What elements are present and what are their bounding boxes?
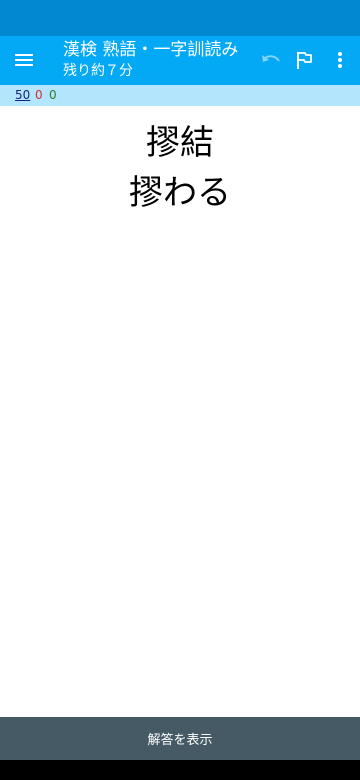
app-bar: 漢検 熟語・一字訓読み 残り約７分 xyxy=(0,36,360,85)
menu-icon xyxy=(15,54,33,66)
wrong-count: 0 xyxy=(35,88,43,102)
question-area: 摎結 摎わる xyxy=(0,106,360,717)
undo-icon xyxy=(262,55,280,62)
correct-count: 0 xyxy=(49,88,57,102)
navigation-bar xyxy=(0,760,360,780)
kun-reading-word: 摎わる xyxy=(129,173,231,213)
total-count[interactable]: 50 xyxy=(15,85,30,106)
compound-word: 摎結 xyxy=(146,123,214,163)
more-options-button[interactable] xyxy=(322,42,358,78)
score-bar: 50 0 0 xyxy=(0,85,360,106)
more-vert-icon xyxy=(338,52,342,68)
show-answer-button[interactable]: 解答を表示 xyxy=(0,717,360,760)
menu-button[interactable] xyxy=(6,42,42,78)
app-title: 漢検 熟語・一字訓読み xyxy=(63,40,239,60)
title-block: 漢検 熟語・一字訓読み 残り約７分 xyxy=(63,39,253,81)
remaining-time: 残り約７分 xyxy=(63,63,133,79)
status-bar xyxy=(0,0,360,36)
undo-button[interactable] xyxy=(253,42,289,78)
flag-icon xyxy=(297,52,312,69)
flag-button[interactable] xyxy=(286,42,322,78)
